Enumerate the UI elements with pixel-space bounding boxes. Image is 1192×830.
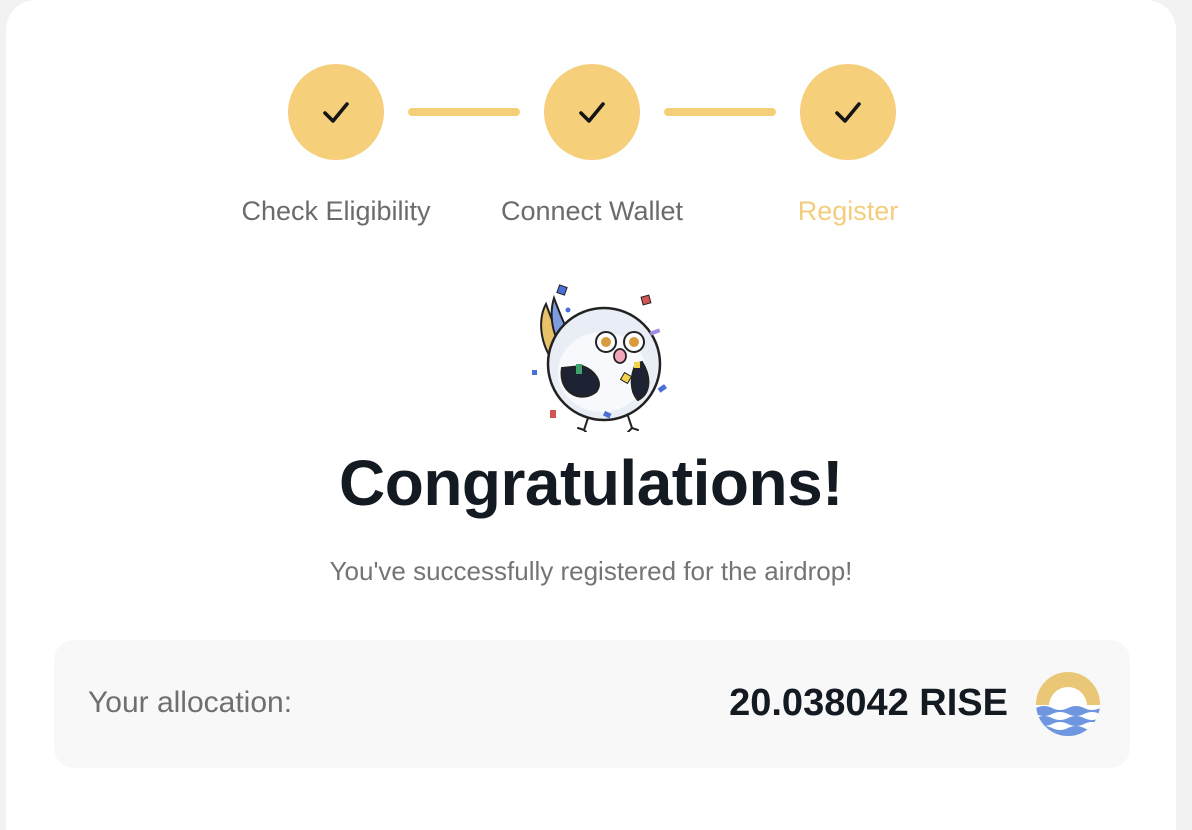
step-connector-1 [408, 108, 520, 116]
step-label-check-eligibility: Check Eligibility [241, 196, 431, 226]
allocation-panel: Your allocation: 20.038042 RISE [54, 640, 1130, 768]
step-1-check-icon [288, 64, 384, 160]
allocation-amount: 20.038042 RISE [729, 682, 1008, 724]
rise-token-icon [1036, 672, 1100, 736]
step-3-check-icon [800, 64, 896, 160]
registration-card: Check Eligibility Connect Wallet Registe… [6, 0, 1176, 830]
allocation-label: Your allocation: [88, 686, 293, 719]
step-2-check-icon [544, 64, 640, 160]
step-connector-2 [664, 108, 776, 116]
success-message: You've successfully registered for the a… [329, 556, 853, 586]
step-label-connect-wallet: Connect Wallet [500, 196, 684, 226]
congratulations-title: Congratulations! [339, 447, 843, 519]
step-label-register: Register [797, 196, 899, 226]
celebrating-bird-mascot-icon [532, 284, 667, 432]
